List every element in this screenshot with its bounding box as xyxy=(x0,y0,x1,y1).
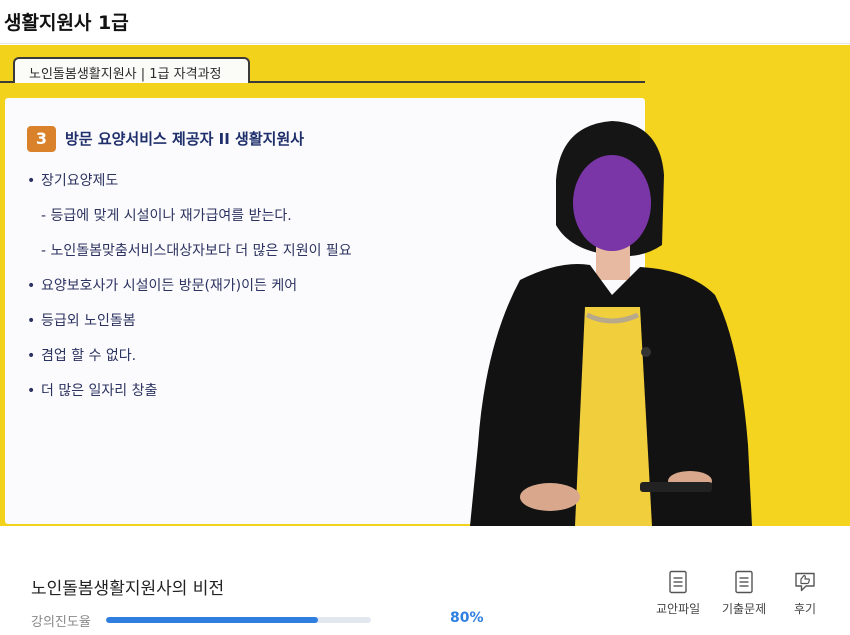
thumbs-up-icon xyxy=(795,572,815,592)
lesson-info-bar: 노인돌봄생활지원사의 비전 강의진도율 80% 교안파일 기출문제 후기 xyxy=(0,526,850,635)
lecture-notes-button[interactable]: 교안파일 xyxy=(656,570,700,617)
past-exams-label: 기출문제 xyxy=(722,602,767,616)
progress-bar-fill xyxy=(106,617,318,623)
lecture-notes-label: 교안파일 xyxy=(656,602,701,616)
document-icon xyxy=(735,570,753,594)
progress-value: 80% xyxy=(450,610,484,626)
app-header: 생활지원사 1급 xyxy=(0,0,850,44)
past-exams-button[interactable]: 기출문제 xyxy=(722,570,766,617)
video-player[interactable]: 노인돌봄생활지원사 | 1급 자격과정 3 방문 요양서비스 제공자 II 생활… xyxy=(0,45,850,526)
presenter-figure xyxy=(470,121,752,526)
reviews-button[interactable]: 후기 xyxy=(793,570,817,617)
lesson-title: 노인돌봄생활지원사의 비전 xyxy=(31,579,225,599)
progress-bar xyxy=(106,617,371,623)
progress-label: 강의진도율 xyxy=(31,615,91,630)
document-icon xyxy=(669,570,687,594)
page-title: 생활지원사 1급 xyxy=(4,12,129,34)
reviews-label: 후기 xyxy=(793,602,817,616)
